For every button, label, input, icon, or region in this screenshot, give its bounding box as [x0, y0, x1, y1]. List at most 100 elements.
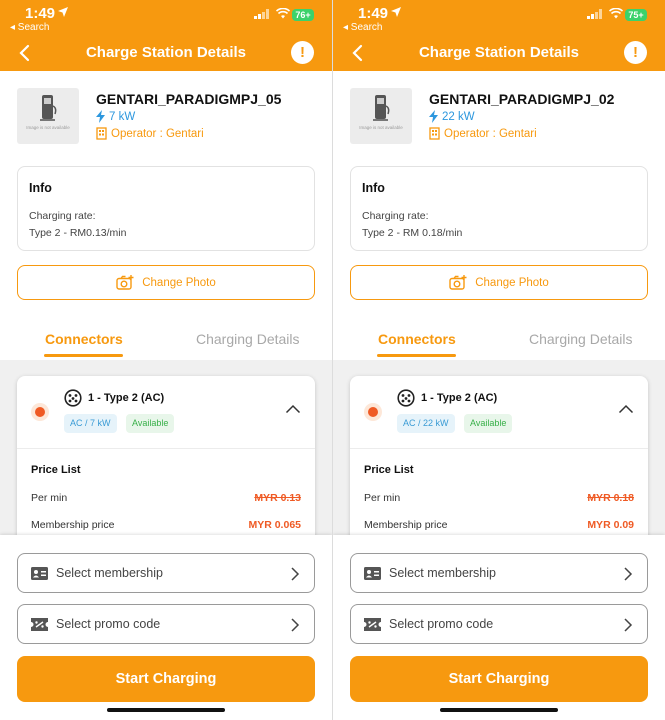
select-membership-field[interactable]: Select membership [350, 553, 648, 593]
wifi-icon [276, 8, 290, 19]
per-min-label: Per min [364, 492, 401, 504]
home-indicator [107, 708, 225, 712]
bottom-sheet: Select membership Select promo code Star… [333, 535, 665, 720]
chevron-right-icon [291, 618, 300, 632]
station-power: 22 kW [429, 110, 475, 123]
status-badge: Available [126, 414, 175, 433]
info-title: Info [29, 181, 52, 195]
status-time: 1:49 [25, 5, 56, 22]
info-card: Info Charging rate: Type 2 - RM0.13/min [17, 166, 315, 251]
station-image: Image is not available [17, 88, 79, 144]
select-promo-field[interactable]: Select promo code [350, 604, 648, 644]
select-promo-field[interactable]: Select promo code [17, 604, 315, 644]
select-promo-label: Select promo code [389, 617, 494, 631]
station-power: 7 kW [96, 110, 135, 123]
screen-station-02: 1:49 ◂ Search 75+ Charge Station Details… [333, 0, 665, 720]
location-arrow-icon [391, 7, 401, 17]
home-indicator [440, 708, 558, 712]
per-min-price: MYR 0.18 [587, 492, 634, 504]
tab-active-indicator [44, 354, 123, 357]
per-min-price: MYR 0.13 [254, 492, 301, 504]
ticket-icon [364, 617, 381, 631]
membership-price-label: Membership price [364, 519, 448, 531]
tab-charging-details[interactable]: Charging Details [529, 331, 633, 347]
page-title: Charge Station Details [418, 44, 580, 61]
membership-price-value: MYR 0.065 [248, 519, 301, 531]
per-min-label: Per min [31, 492, 68, 504]
location-arrow-icon [58, 7, 68, 17]
connector-spec-badge: AC / 7 kW [64, 414, 117, 433]
chevron-right-icon [624, 618, 633, 632]
charging-rate-value: Type 2 - RM 0.18/min [362, 227, 463, 239]
chevron-right-icon [291, 567, 300, 581]
price-list-title: Price List [364, 464, 414, 476]
power-label: 22 kW [442, 110, 475, 123]
tab-connectors[interactable]: Connectors [378, 331, 456, 347]
connector-title: 1 - Type 2 (AC) [88, 392, 165, 404]
power-label: 7 kW [109, 110, 136, 123]
tab-connectors[interactable]: Connectors [45, 331, 123, 347]
building-icon [96, 127, 107, 140]
card-divider [17, 448, 315, 449]
id-card-icon [364, 566, 381, 580]
id-card-icon [31, 566, 48, 580]
alert-icon[interactable]: ! [624, 41, 647, 64]
select-membership-label: Select membership [389, 566, 496, 580]
image-unavailable-label: Image is not available [26, 125, 70, 130]
start-charging-button[interactable]: Start Charging [17, 656, 315, 702]
change-photo-label: Change Photo [475, 276, 549, 289]
tab-charging-details[interactable]: Charging Details [196, 331, 300, 347]
charging-rate-label: Charging rate: [29, 210, 96, 222]
station-name: GENTARI_PARADIGMPJ_02 [429, 91, 615, 107]
start-charging-button[interactable]: Start Charging [350, 656, 648, 702]
info-title: Info [362, 181, 385, 195]
change-photo-label: Change Photo [142, 276, 216, 289]
operator-label: Operator : Gentari [444, 127, 537, 140]
ticket-icon [31, 617, 48, 631]
wifi-icon [609, 8, 623, 19]
select-membership-field[interactable]: Select membership [17, 553, 315, 593]
membership-price-label: Membership price [31, 519, 115, 531]
status-badge: Available [464, 414, 513, 433]
image-unavailable-label: Image is not available [359, 125, 403, 130]
change-photo-button[interactable]: Change Photo [17, 265, 315, 300]
bottom-sheet: Select membership Select promo code Star… [0, 535, 332, 720]
building-icon [429, 127, 440, 140]
status-back-app[interactable]: ◂ Search [343, 22, 382, 33]
page-title: Charge Station Details [85, 44, 247, 61]
charging-rate-label: Charging rate: [362, 210, 429, 222]
operator-label: Operator : Gentari [111, 127, 204, 140]
charging-rate-value: Type 2 - RM0.13/min [29, 227, 127, 239]
type2-plug-icon [64, 389, 82, 407]
price-list-title: Price List [31, 464, 81, 476]
charger-icon [373, 95, 390, 121]
tab-active-indicator [377, 354, 456, 357]
connector-title: 1 - Type 2 (AC) [421, 392, 498, 404]
screen-station-05: 1:49 ◂ Search 76+ Charge Station Details… [0, 0, 332, 720]
change-photo-button[interactable]: Change Photo [350, 265, 648, 300]
screenshots-pair: 1:49 ◂ Search 76+ Charge Station Details… [0, 0, 665, 720]
header-bar: 1:49 ◂ Search 76+ Charge Station Details… [0, 0, 332, 71]
station-image: Image is not available [350, 88, 412, 144]
alert-icon[interactable]: ! [291, 41, 314, 64]
station-operator: Operator : Gentari [96, 127, 204, 140]
chevron-right-icon [624, 567, 633, 581]
battery-icon: 76+ [292, 9, 314, 21]
header-bar: 1:49 ◂ Search 75+ Charge Station Details… [333, 0, 665, 71]
select-membership-label: Select membership [56, 566, 163, 580]
type2-plug-icon [397, 389, 415, 407]
battery-icon: 75+ [625, 9, 647, 21]
connector-spec-badge: AC / 22 kW [397, 414, 455, 433]
camera-plus-icon [449, 275, 467, 290]
station-name: GENTARI_PARADIGMPJ_05 [96, 91, 282, 107]
chevron-up-icon[interactable] [285, 404, 301, 414]
lightning-icon [429, 110, 438, 123]
connector-radio[interactable] [364, 403, 382, 421]
chevron-up-icon[interactable] [618, 404, 634, 414]
signal-icon [587, 9, 602, 19]
connector-radio[interactable] [31, 403, 49, 421]
status-back-app[interactable]: ◂ Search [10, 22, 49, 33]
lightning-icon [96, 110, 105, 123]
signal-icon [254, 9, 269, 19]
camera-plus-icon [116, 275, 134, 290]
